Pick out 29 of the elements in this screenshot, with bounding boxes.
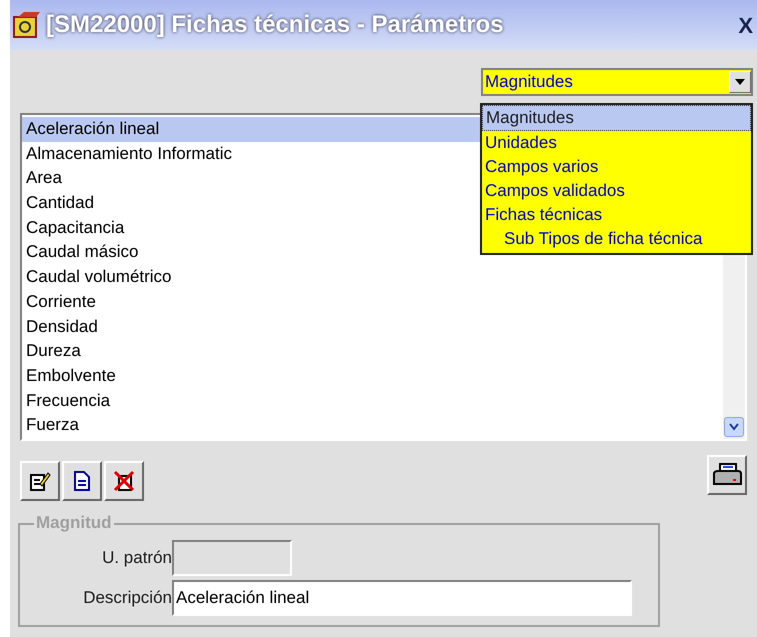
window-title: [SM22000] Fichas técnicas - Parámetros bbox=[46, 10, 504, 40]
list-item[interactable]: Corriente bbox=[22, 290, 723, 314]
list-item[interactable]: Frecuencia bbox=[22, 388, 723, 414]
list-item[interactable]: Caudal volumétrico bbox=[22, 265, 723, 290]
input-field[interactable]: Aceleración lineal bbox=[172, 580, 632, 616]
close-button[interactable]: X bbox=[738, 8, 753, 42]
dropdown-option[interactable]: Campos validados bbox=[482, 179, 751, 203]
print-button[interactable] bbox=[707, 455, 747, 495]
app-icon bbox=[12, 11, 42, 39]
group-title: Magnitud bbox=[34, 513, 114, 533]
field-label: Descripción bbox=[82, 587, 172, 610]
delete-icon bbox=[113, 470, 135, 492]
list-item[interactable]: Fuerza bbox=[22, 413, 723, 438]
edit-button[interactable] bbox=[20, 461, 60, 501]
dropdown-option[interactable]: Sub Tipos de ficha técnica bbox=[482, 227, 751, 251]
new-button[interactable] bbox=[62, 461, 102, 501]
document-icon bbox=[74, 471, 90, 491]
list-item[interactable]: Embolvente bbox=[22, 364, 723, 389]
dropdown-option[interactable]: Magnitudes bbox=[482, 105, 751, 131]
delete-button[interactable] bbox=[104, 461, 144, 501]
printer-icon bbox=[712, 462, 742, 488]
scroll-down-icon[interactable] bbox=[724, 417, 744, 437]
dropdown-option[interactable]: Fichas técnicas bbox=[482, 203, 751, 227]
list-item[interactable]: Densidad bbox=[22, 314, 723, 340]
dropdown-option[interactable]: Campos varios bbox=[482, 155, 751, 179]
category-dropdown[interactable]: Magnitudes bbox=[481, 68, 753, 96]
field-label: U. patrón bbox=[101, 547, 172, 570]
list-item[interactable]: Dureza bbox=[22, 339, 723, 364]
edit-icon bbox=[29, 470, 51, 492]
